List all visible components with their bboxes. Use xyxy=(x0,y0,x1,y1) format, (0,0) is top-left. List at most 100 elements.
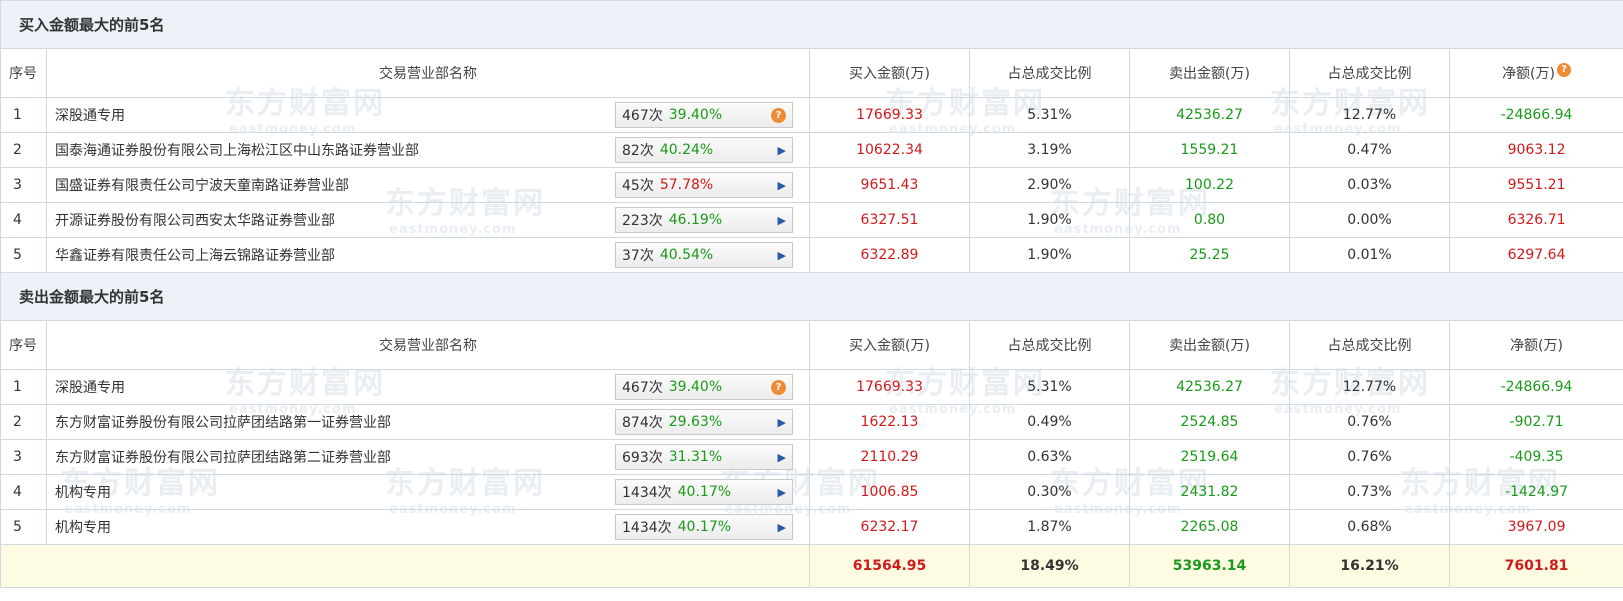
buy-amount: 17669.33 xyxy=(809,97,970,133)
total-sell: 53963.14 xyxy=(1129,544,1290,588)
question-mark-icon[interactable]: ? xyxy=(771,379,786,395)
header-sell-pct: 占总成交比例 xyxy=(1289,48,1450,98)
stats-button[interactable]: 874次 29.63% ▶ xyxy=(615,409,793,435)
row-seq: 2 xyxy=(0,404,47,440)
stats-button[interactable]: 82次 40.24% ▶ xyxy=(615,137,793,163)
stats-button[interactable]: 1434次 40.17% ▶ xyxy=(615,514,793,540)
seat-name-link[interactable]: 国泰海通证券股份有限公司上海松江区中山东路证券营业部 xyxy=(55,140,419,160)
buy-pct: 0.63% xyxy=(969,439,1130,475)
header-name: 交易营业部名称 xyxy=(46,320,810,370)
buy-pct: 5.31% xyxy=(969,369,1130,405)
seat-name-link[interactable]: 国盛证券有限责任公司宁波天童南路证券营业部 xyxy=(55,175,349,195)
total-net: 7601.81 xyxy=(1448,544,1623,588)
times-count: 467次 xyxy=(622,380,663,396)
sell-pct: 0.76% xyxy=(1289,404,1450,440)
stats-button[interactable]: 467次 39.40% ? xyxy=(615,374,793,400)
play-arrow-icon[interactable]: ▶ xyxy=(778,416,786,429)
seat-name-link[interactable]: 深股通专用 xyxy=(55,105,125,125)
question-mark-icon[interactable]: ? xyxy=(771,107,786,123)
stats-button[interactable]: 693次 31.31% ▶ xyxy=(615,444,793,470)
sell-amount: 2431.82 xyxy=(1129,474,1290,510)
net-amount: -902.71 xyxy=(1448,404,1623,440)
buy-amount: 9651.43 xyxy=(809,167,970,203)
times-count: 82次 xyxy=(622,143,654,159)
sell-pct: 12.77% xyxy=(1289,369,1450,405)
seat-name-link[interactable]: 华鑫证券有限责任公司上海云锦路证券营业部 xyxy=(55,245,335,265)
buy-amount: 1622.13 xyxy=(809,404,970,440)
win-rate: 40.24% xyxy=(659,142,714,158)
buy-pct: 0.30% xyxy=(969,474,1130,510)
win-rate: 31.31% xyxy=(668,449,723,465)
table-row: 4 开源证券股份有限公司西安太华路证券营业部 223次 46.19% ▶ 632… xyxy=(0,202,1623,238)
row-name-cell: 机构专用 1434次 40.17% ▶ xyxy=(46,509,810,545)
sell-amount: 0.80 xyxy=(1129,202,1290,238)
sell-pct: 0.00% xyxy=(1289,202,1450,238)
stats-button[interactable]: 37次 40.54% ▶ xyxy=(615,242,793,268)
win-rate: 29.63% xyxy=(668,414,723,430)
seat-name-link[interactable]: 机构专用 xyxy=(55,482,111,502)
row-seq: 5 xyxy=(0,237,47,273)
play-arrow-icon[interactable]: ▶ xyxy=(778,486,786,499)
sell-pct: 0.68% xyxy=(1289,509,1450,545)
win-rate: 39.40% xyxy=(668,107,723,123)
row-name-cell: 国盛证券有限责任公司宁波天童南路证券营业部 45次 57.78% ▶ xyxy=(46,167,810,203)
header-buy: 买入金额(万) xyxy=(809,48,970,98)
play-arrow-icon[interactable]: ▶ xyxy=(778,521,786,534)
table-row: 5 机构专用 1434次 40.17% ▶ 6232.17 1.87% 2265… xyxy=(0,509,1623,545)
question-mark-icon[interactable]: ? xyxy=(1557,63,1571,77)
net-amount: 9551.21 xyxy=(1448,167,1623,203)
sell-pct: 0.76% xyxy=(1289,439,1450,475)
net-amount: -1424.97 xyxy=(1448,474,1623,510)
row-seq: 1 xyxy=(0,97,47,133)
header-seq: 序号 xyxy=(0,320,47,370)
sell-amount: 100.22 xyxy=(1129,167,1290,203)
row-name-cell: 东方财富证券股份有限公司拉萨团结路第二证券营业部 693次 31.31% ▶ xyxy=(46,439,810,475)
seat-name-link[interactable]: 开源证券股份有限公司西安太华路证券营业部 xyxy=(55,210,335,230)
header-buy: 买入金额(万) xyxy=(809,320,970,370)
row-seq: 4 xyxy=(0,202,47,238)
stats-button[interactable]: 45次 57.78% ▶ xyxy=(615,172,793,198)
times-count: 223次 xyxy=(622,213,663,229)
play-arrow-icon[interactable]: ▶ xyxy=(778,214,786,227)
win-rate: 40.17% xyxy=(677,484,732,500)
stats-button[interactable]: 467次 39.40% ? xyxy=(615,102,793,128)
sell-amount: 2524.85 xyxy=(1129,404,1290,440)
play-arrow-icon[interactable]: ▶ xyxy=(778,179,786,192)
sell-amount: 1559.21 xyxy=(1129,132,1290,168)
seat-name-link[interactable]: 东方财富证券股份有限公司拉萨团结路第一证券营业部 xyxy=(55,412,391,432)
win-rate: 40.17% xyxy=(677,519,732,535)
play-arrow-icon[interactable]: ▶ xyxy=(778,249,786,262)
header-seq: 序号 xyxy=(0,48,47,98)
net-amount: 3967.09 xyxy=(1448,509,1623,545)
section-buy-top5: 买入金额最大的前5名 xyxy=(0,0,1623,49)
table-header: 序号 交易营业部名称 买入金额(万) 占总成交比例 卖出金额(万) 占总成交比例… xyxy=(0,320,1623,370)
seat-name-link[interactable]: 东方财富证券股份有限公司拉萨团结路第二证券营业部 xyxy=(55,447,391,467)
buy-pct: 2.90% xyxy=(969,167,1130,203)
times-count: 693次 xyxy=(622,450,663,466)
section-title: 买入金额最大的前5名 xyxy=(0,0,1623,49)
stats-button[interactable]: 223次 46.19% ▶ xyxy=(615,207,793,233)
sell-amount: 25.25 xyxy=(1129,237,1290,273)
play-arrow-icon[interactable]: ▶ xyxy=(778,144,786,157)
sell-pct: 0.47% xyxy=(1289,132,1450,168)
total-buy: 61564.95 xyxy=(809,544,970,588)
play-arrow-icon[interactable]: ▶ xyxy=(778,451,786,464)
buy-pct: 1.90% xyxy=(969,202,1130,238)
stats-button[interactable]: 1434次 40.17% ▶ xyxy=(615,479,793,505)
times-count: 45次 xyxy=(622,178,654,194)
total-sell-pct: 16.21% xyxy=(1289,544,1450,588)
net-amount: -24866.94 xyxy=(1448,97,1623,133)
buy-amount: 6232.17 xyxy=(809,509,970,545)
win-rate: 39.40% xyxy=(668,379,723,395)
seat-name-link[interactable]: 机构专用 xyxy=(55,517,111,537)
table-row: 5 华鑫证券有限责任公司上海云锦路证券营业部 37次 40.54% ▶ 6322… xyxy=(0,237,1623,273)
sell-pct: 0.73% xyxy=(1289,474,1450,510)
row-name-cell: 深股通专用 467次 39.40% ? xyxy=(46,369,810,405)
buy-pct: 1.87% xyxy=(969,509,1130,545)
total-label xyxy=(0,544,810,588)
seat-name-link[interactable]: 深股通专用 xyxy=(55,377,125,397)
table-row: 3 国盛证券有限责任公司宁波天童南路证券营业部 45次 57.78% ▶ 965… xyxy=(0,167,1623,203)
table-row: 3 东方财富证券股份有限公司拉萨团结路第二证券营业部 693次 31.31% ▶… xyxy=(0,439,1623,475)
net-amount: 6326.71 xyxy=(1448,202,1623,238)
header-sell: 卖出金额(万) xyxy=(1129,48,1290,98)
